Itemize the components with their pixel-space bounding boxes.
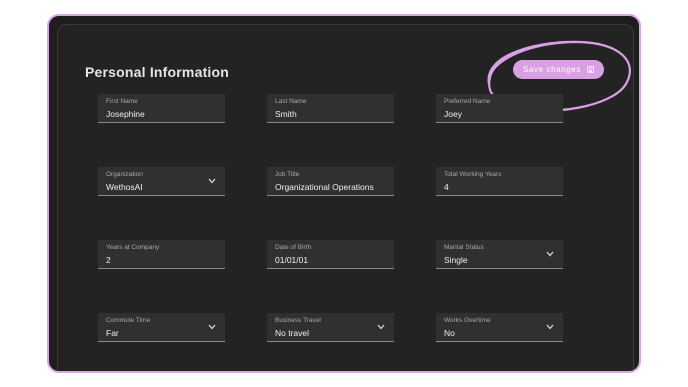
save-changes-button[interactable]: Save changes xyxy=(513,60,604,79)
field-label: Total Working Years xyxy=(444,171,502,178)
field-label: First Name xyxy=(106,98,138,105)
total-working-years-field[interactable]: Total Working Years 4 xyxy=(436,167,563,196)
field-label: Organization xyxy=(106,171,143,178)
works-overtime-select[interactable]: Works Overtime No xyxy=(436,313,563,342)
first-name-field[interactable]: First Name Josephine xyxy=(98,94,225,123)
field-value: 4 xyxy=(444,182,449,192)
organization-select[interactable]: Organization WethosAI xyxy=(98,167,225,196)
field-label: Preferred Name xyxy=(444,98,491,105)
field-label: Marital Status xyxy=(444,244,484,251)
field-value: 2 xyxy=(106,255,111,265)
years-at-company-field[interactable]: Years at Company 2 xyxy=(98,240,225,269)
chevron-down-icon xyxy=(377,324,385,330)
date-of-birth-field[interactable]: Date of Birth 01/01/01 xyxy=(267,240,394,269)
chevron-down-icon xyxy=(546,324,554,330)
field-label: Business Travel xyxy=(275,317,321,324)
field-value: Smith xyxy=(275,109,297,119)
last-name-field[interactable]: Last Name Smith xyxy=(267,94,394,123)
field-value: Far xyxy=(106,328,119,338)
field-value: No xyxy=(444,328,455,338)
field-value: Joey xyxy=(444,109,462,119)
field-label: Works Overtime xyxy=(444,317,491,324)
field-value: 01/01/01 xyxy=(275,255,309,265)
field-label: Commute Time xyxy=(106,317,151,324)
field-value: No travel xyxy=(275,328,310,338)
save-button-label: Save changes xyxy=(523,65,581,74)
preferred-name-field[interactable]: Preferred Name Joey xyxy=(436,94,563,123)
field-label: Job Title xyxy=(275,171,300,178)
business-travel-select[interactable]: Business Travel No travel xyxy=(267,313,394,342)
field-value: Single xyxy=(444,255,468,265)
chevron-down-icon xyxy=(546,251,554,257)
save-icon xyxy=(587,66,594,73)
field-value: Josephine xyxy=(106,109,145,119)
page-title: Personal Information xyxy=(85,64,230,80)
field-value: Organizational Operations xyxy=(275,182,374,192)
field-label: Date of Birth xyxy=(275,244,312,251)
marital-status-select[interactable]: Marital Status Single xyxy=(436,240,563,269)
chevron-down-icon xyxy=(208,178,216,184)
field-label: Years at Company xyxy=(106,244,160,251)
chevron-down-icon xyxy=(208,324,216,330)
job-title-field[interactable]: Job Title Organizational Operations xyxy=(267,167,394,196)
field-label: Last Name xyxy=(275,98,307,105)
commute-time-select[interactable]: Commute Time Far xyxy=(98,313,225,342)
field-value: WethosAI xyxy=(106,182,143,192)
